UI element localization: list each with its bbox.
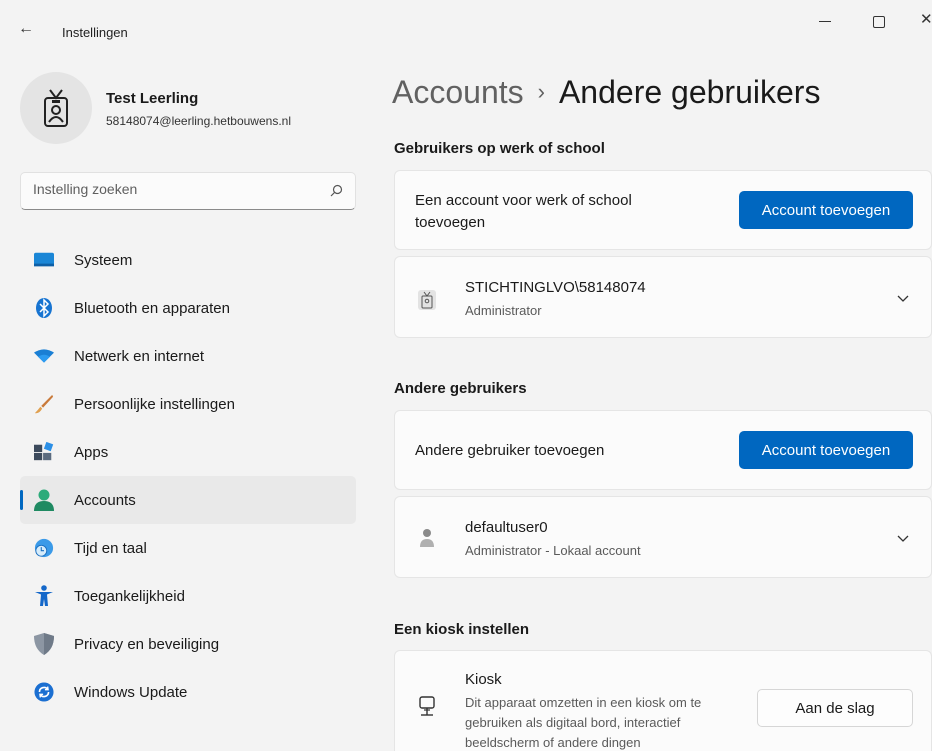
bluetooth-icon xyxy=(34,298,54,318)
app-title: Instellingen xyxy=(62,25,128,40)
sidebar-item-persoonlijk[interactable]: Persoonlijke instellingen xyxy=(20,380,356,428)
shield-icon xyxy=(34,633,54,655)
sidebar-item-toegankelijkheid[interactable]: Toegankelijkheid xyxy=(20,572,356,620)
globe-clock-icon xyxy=(34,538,54,558)
apps-icon xyxy=(34,442,54,462)
work-user-card[interactable]: STICHTINGLVO\58148074 Administrator xyxy=(394,256,932,338)
sidebar-item-windows-update[interactable]: Windows Update xyxy=(20,668,356,716)
close-button[interactable]: ✕ xyxy=(920,10,932,30)
sidebar-item-bluetooth[interactable]: Bluetooth en apparaten xyxy=(20,284,356,332)
accessibility-icon xyxy=(34,585,54,606)
other-user-role: Administrator - Lokaal account xyxy=(465,543,641,558)
minimize-button[interactable] xyxy=(814,12,838,32)
brush-icon xyxy=(34,394,54,414)
kiosk-icon xyxy=(415,695,439,719)
sidebar-item-systeem[interactable]: Systeem xyxy=(20,236,356,284)
monitor-icon xyxy=(34,250,54,270)
sidebar-item-label: Accounts xyxy=(74,492,136,509)
kiosk-description: Dit apparaat omzetten in een kiosk om te… xyxy=(465,695,702,750)
sidebar-item-privacy[interactable]: Privacy en beveiliging xyxy=(20,620,356,668)
wifi-icon xyxy=(34,346,54,366)
sidebar-item-label: Persoonlijke instellingen xyxy=(74,396,235,413)
close-icon: ✕ xyxy=(920,11,932,28)
badge-icon xyxy=(44,89,68,127)
avatar[interactable] xyxy=(20,72,92,144)
sidebar-item-label: Systeem xyxy=(74,252,133,269)
kiosk-name: Kiosk xyxy=(465,671,502,688)
add-work-account-text: Een account voor werk of school toevoege… xyxy=(415,192,632,231)
kiosk-card: Kiosk Dit apparaat omzetten in een kiosk… xyxy=(394,650,932,751)
other-user-card[interactable]: defaultuser0 Administrator - Lokaal acco… xyxy=(394,496,932,578)
profile-name: Test Leerling xyxy=(106,90,199,107)
page-title: Andere gebruikers xyxy=(558,74,821,110)
section-title-kiosk: Een kiosk instellen xyxy=(394,621,530,638)
update-icon xyxy=(34,682,54,702)
profile-email: 58148074@leerling.hetbouwens.nl xyxy=(106,114,291,128)
chevron-down-icon[interactable] xyxy=(895,530,911,546)
back-button[interactable]: ← xyxy=(18,20,42,44)
sidebar-item-label: Netwerk en internet xyxy=(74,348,205,365)
person-icon xyxy=(415,526,439,550)
section-title-work-school: Gebruikers op werk of school xyxy=(394,140,605,157)
add-work-account-button[interactable]: Account toevoegen xyxy=(739,191,913,229)
add-other-user-button[interactable]: Account toevoegen xyxy=(739,431,913,469)
sidebar-item-netwerk[interactable]: Netwerk en internet xyxy=(20,332,356,380)
badge-icon xyxy=(415,288,439,312)
kiosk-start-button[interactable]: Aan de slag xyxy=(757,689,913,727)
add-other-user-text: Andere gebruiker toevoegen xyxy=(415,442,605,459)
add-other-user-card: Andere gebruiker toevoegen Account toevo… xyxy=(394,410,932,490)
chevron-down-icon[interactable] xyxy=(895,290,911,306)
breadcrumb: Accounts › Andere gebruikers xyxy=(392,74,820,111)
other-user-name: defaultuser0 xyxy=(465,519,548,536)
search-box[interactable] xyxy=(20,172,356,210)
sidebar-item-label: Windows Update xyxy=(74,684,188,701)
search-icon[interactable] xyxy=(330,184,343,200)
sidebar-nav: Systeem Bluetooth en apparaten Netwerk e… xyxy=(20,236,356,716)
sidebar-item-apps[interactable]: Apps xyxy=(20,428,356,476)
arrow-left-icon: ← xyxy=(18,20,34,37)
sidebar-item-label: Bluetooth en apparaten xyxy=(74,300,230,317)
maximize-button[interactable] xyxy=(866,12,890,32)
add-work-account-card: Een account voor werk of school toevoege… xyxy=(394,170,932,250)
sidebar-item-label: Apps xyxy=(74,444,109,461)
sidebar-item-tijd[interactable]: Tijd en taal xyxy=(20,524,356,572)
sidebar-item-label: Toegankelijkheid xyxy=(74,588,185,605)
search-input[interactable] xyxy=(33,181,313,197)
sidebar-item-label: Tijd en taal xyxy=(74,540,147,557)
work-user-name: STICHTINGLVO\58148074 xyxy=(465,279,646,296)
sidebar-item-accounts[interactable]: Accounts xyxy=(20,476,356,524)
work-user-role: Administrator xyxy=(465,303,542,318)
person-icon xyxy=(34,489,54,511)
breadcrumb-parent[interactable]: Accounts xyxy=(392,74,524,110)
sidebar-item-label: Privacy en beveiliging xyxy=(74,636,220,653)
section-title-other-users: Andere gebruikers xyxy=(394,380,527,397)
breadcrumb-separator: › xyxy=(537,79,545,104)
title-bar: ← Instellingen ✕ xyxy=(0,0,932,60)
